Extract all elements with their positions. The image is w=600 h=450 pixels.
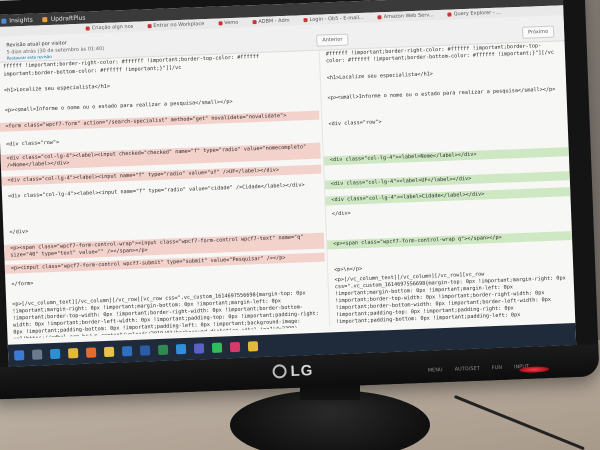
spotify-icon[interactable] <box>211 342 223 353</box>
teams-icon[interactable] <box>193 343 205 354</box>
tab-label: Query Explorer - ... <box>453 9 502 18</box>
tab-label: Criação algn nos <box>91 23 134 32</box>
start-icon[interactable] <box>14 350 25 361</box>
power-button[interactable] <box>519 366 550 374</box>
favicon-icon <box>252 20 257 25</box>
favicon-icon <box>218 21 223 26</box>
diff-line-added: <div class="col-lg-4"><label>Nome</label… <box>323 147 569 166</box>
insights-icon <box>1 18 7 24</box>
search-icon[interactable] <box>31 349 43 360</box>
diff-line: <div class="row"> <box>328 119 382 128</box>
bookmark-insights[interactable]: Insights <box>1 16 33 24</box>
menu-button[interactable]: MENU <box>428 367 443 374</box>
tab-label: Vemo <box>224 19 239 27</box>
chrome-icon[interactable] <box>67 348 79 359</box>
auto-set-button[interactable]: AUTO/SET <box>455 366 480 373</box>
fun-button[interactable]: FUN <box>492 365 503 371</box>
explorer-icon[interactable] <box>103 346 115 358</box>
lg-monitor: Insights UpdraftPlus Criação algn nos En… <box>0 0 600 400</box>
diff-pane-old: ffffff !important;border-right-color: #f… <box>0 51 327 339</box>
diff-line: <p>[/vc_column_text][/vc_column][/vc_row… <box>334 271 566 327</box>
favicon-icon <box>377 15 382 20</box>
vscode-icon[interactable] <box>175 343 187 355</box>
favicon-icon <box>147 24 152 29</box>
tab-label: Amazon Web Serv... <box>383 12 434 21</box>
chrome-2-icon[interactable] <box>247 341 259 352</box>
outlook-icon[interactable] <box>121 346 133 357</box>
browser-tab[interactable]: ADBM - Adm <box>252 18 290 25</box>
excel-icon[interactable] <box>157 344 169 356</box>
slack-icon[interactable] <box>229 341 241 353</box>
diff-line-added: <div class="col-lg-4"><label>UF</label><… <box>324 171 570 190</box>
bookmark-label: Insights <box>9 16 33 24</box>
browser-tab[interactable]: Login - Ob5 - E-mail... <box>303 14 364 23</box>
updraftplus-icon <box>42 16 48 22</box>
browser-tab[interactable]: Amazon Web Serv... <box>377 12 434 21</box>
browser-tab[interactable]: Criação algn nos <box>85 23 134 32</box>
diff-line: <h1>Localize seu especialista</h1> <box>326 71 434 82</box>
lg-logo: LG <box>272 362 314 381</box>
next-revision-button[interactable]: Próximo <box>521 25 555 39</box>
edge-icon[interactable] <box>49 348 61 360</box>
diff-pane-new: #ffffff !important;border-right-color: #… <box>318 41 576 327</box>
brand-label: LG <box>290 362 314 380</box>
browser-tab[interactable]: Entrar no Workplace <box>147 21 204 29</box>
favicon-icon <box>85 26 90 31</box>
word-icon[interactable] <box>139 345 151 356</box>
bookmark-label: UpdraftPlus <box>50 14 86 23</box>
diff-line: <p><small>Informe o nome ou o estado par… <box>327 86 556 102</box>
diff-line: <p>[/vc_column_text][/vc_column][/vc_row… <box>12 290 320 339</box>
restore-revision-link[interactable]: Restaurar esta revisão <box>7 54 52 61</box>
browser-tab[interactable]: Query Explorer - ... <box>447 9 502 18</box>
tab-label: Entrar no Workplace <box>153 21 205 29</box>
favicon-icon <box>447 12 452 17</box>
tab-label: Login - Ob5 - E-mail... <box>309 14 364 23</box>
monitor-screen: Insights UpdraftPlus Criação algn nos En… <box>0 0 577 367</box>
browser-tab[interactable]: Vemo <box>218 20 238 27</box>
bookmark-updraftplus[interactable]: UpdraftPlus <box>42 14 86 23</box>
firefox-icon[interactable] <box>85 347 97 358</box>
favicon-icon <box>303 18 308 23</box>
lg-logo-icon <box>272 364 287 379</box>
previous-revision-button[interactable]: Anterior <box>316 33 349 47</box>
tab-label: ADBM - Adm <box>258 17 290 25</box>
monitor-controls: MENU AUTO/SET FUN INPUT <box>428 364 529 374</box>
diff-line-added: <p><span class="wpcf7-form-control-wrap … <box>327 231 573 250</box>
